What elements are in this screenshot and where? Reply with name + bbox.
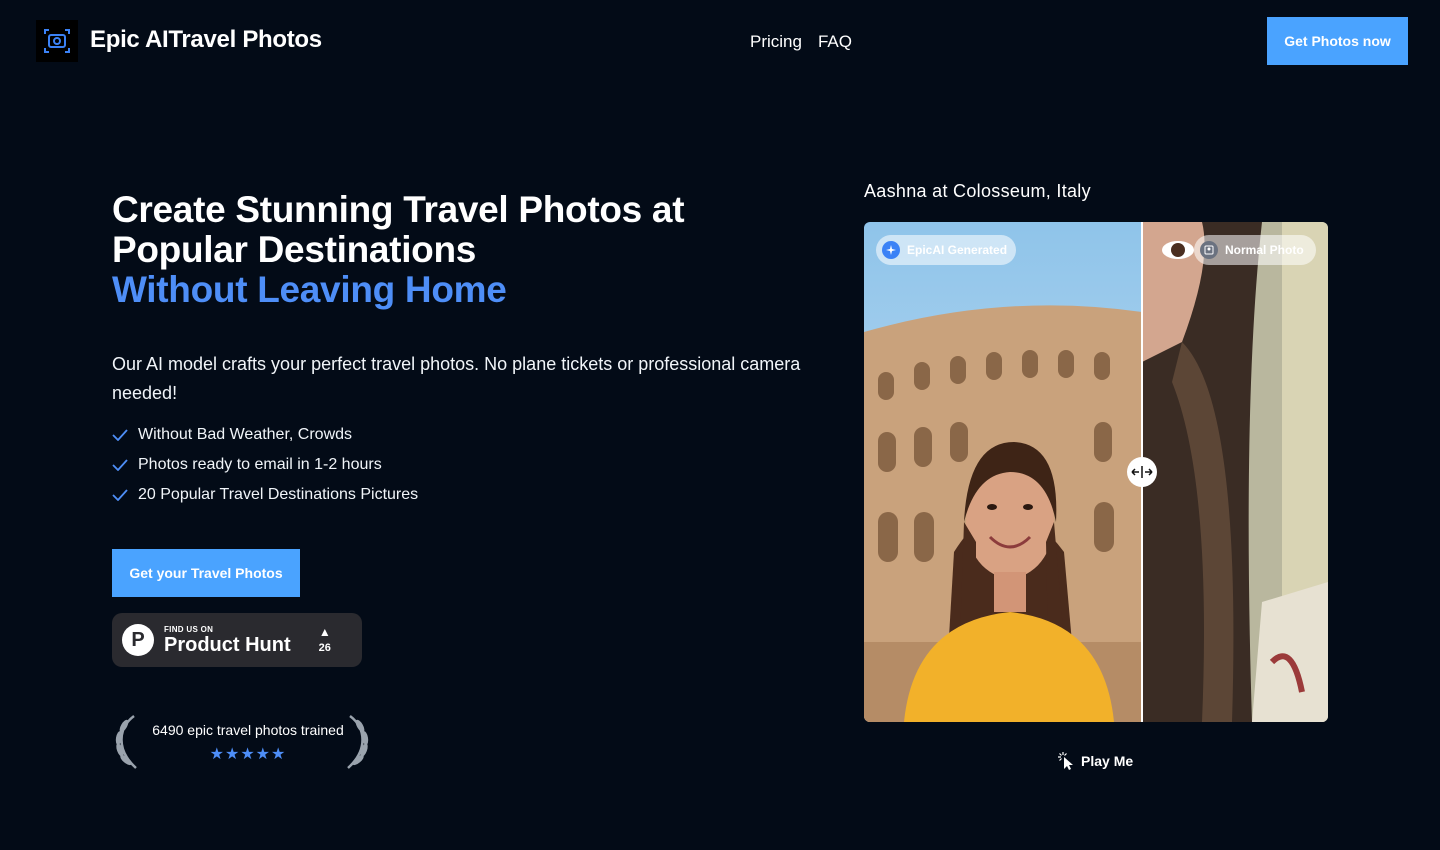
main-nav: Pricing FAQ — [750, 32, 852, 52]
check-icon — [112, 489, 132, 501]
tag-ai-label: EpicAI Generated — [907, 243, 1008, 257]
product-hunt-name: Product Hunt — [164, 633, 291, 656]
product-hunt-find-us: FIND US ON — [164, 624, 214, 634]
play-me-label: Play Me — [1081, 753, 1134, 769]
upvote-arrow-icon: ▲ — [318, 625, 331, 639]
normal-photo-tag: Normal Photo — [1194, 235, 1316, 265]
feature-list: Without Bad Weather, Crowds Photos ready… — [112, 420, 418, 510]
product-hunt-icon: P — [122, 624, 154, 656]
photo-caption: Aashna at Colosseum, Italy — [864, 181, 1091, 201]
product-hunt-text: FIND US ON Product Hunt — [164, 625, 291, 656]
hero-headline: Create Stunning Travel Photos at Popular… — [112, 190, 752, 310]
logo[interactable] — [36, 20, 78, 62]
headline-line-2: Popular Destinations — [112, 229, 477, 270]
feature-item: Photos ready to email in 1-2 hours — [112, 450, 418, 480]
get-photos-now-button[interactable]: Get Photos now — [1267, 17, 1408, 65]
camera-rotate-icon — [44, 29, 70, 53]
product-hunt-badge[interactable]: P FIND US ON Product Hunt ▲ 26 — [112, 613, 362, 667]
slider-handle[interactable] — [1127, 457, 1157, 487]
click-cursor-icon — [1058, 752, 1073, 770]
tag-normal-label: Normal Photo — [1225, 243, 1304, 257]
nav-link-pricing[interactable]: Pricing — [750, 32, 802, 52]
headline-line-1: Create Stunning Travel Photos at — [112, 189, 685, 230]
before-after-slider[interactable]: EpicAI Generated Normal Photo — [864, 222, 1328, 722]
check-icon — [112, 459, 132, 471]
upvote-number: 26 — [318, 642, 331, 654]
brand-name[interactable]: Epic AITravel Photos — [90, 26, 322, 54]
normal-photo — [1142, 222, 1328, 722]
hero-description: Our AI model crafts your perfect travel … — [112, 354, 801, 403]
feature-text: Without Bad Weather, Crowds — [138, 426, 353, 443]
get-travel-photos-button[interactable]: Get your Travel Photos — [112, 549, 300, 597]
feature-text: Photos ready to email in 1-2 hours — [138, 456, 382, 473]
nav-link-faq[interactable]: FAQ — [818, 32, 852, 52]
check-icon — [112, 429, 132, 441]
epicai-generated-tag: EpicAI Generated — [876, 235, 1016, 265]
feature-item: 20 Popular Travel Destinations Pictures — [112, 480, 418, 510]
portrait-icon — [1200, 241, 1218, 259]
upvote-count: ▲ 26 — [319, 626, 331, 654]
photos-trained-count: 6490 epic travel photos trained — [152, 722, 344, 738]
sparkle-icon — [882, 241, 900, 259]
play-me-button[interactable]: Play Me — [1058, 752, 1133, 770]
feature-item: Without Bad Weather, Crowds — [112, 420, 418, 450]
ai-generated-photo — [864, 222, 1142, 722]
feature-text: 20 Popular Travel Destinations Pictures — [138, 486, 419, 503]
drag-arrows-icon — [1131, 466, 1153, 478]
rating-stars: ★★★★★ — [209, 746, 287, 763]
headline-accent: Without Leaving Home — [112, 269, 507, 310]
laurel-left-icon — [115, 715, 137, 769]
